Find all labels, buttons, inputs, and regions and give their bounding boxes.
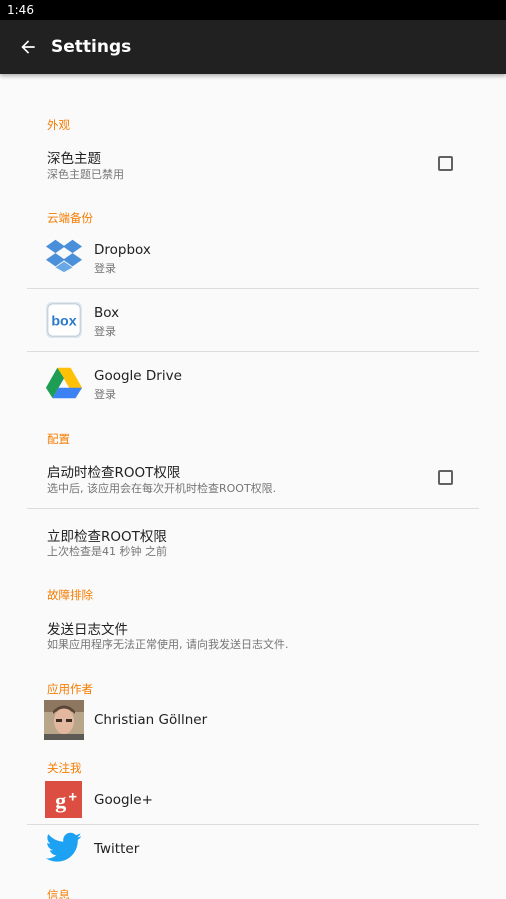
section-cloud-backup: 云端备份 xyxy=(47,211,93,225)
box-icon: box xyxy=(45,301,83,339)
section-info: 信息 xyxy=(47,888,70,899)
google-plus-title: Google+ xyxy=(94,792,153,808)
box-title: Box xyxy=(94,305,120,321)
google-drive-title: Google Drive xyxy=(94,368,182,384)
box-summary: 登录 xyxy=(94,325,116,338)
twitter-icon xyxy=(45,832,82,862)
arrow-back-icon[interactable] xyxy=(18,37,38,57)
dropbox-title: Dropbox xyxy=(94,242,151,258)
divider xyxy=(27,824,479,825)
root-on-boot-title: 启动时检查ROOT权限 xyxy=(47,465,181,481)
send-log-title: 发送日志文件 xyxy=(47,622,128,638)
dropbox-summary: 登录 xyxy=(94,262,116,275)
status-time: 1:46 xyxy=(7,3,34,17)
author-item[interactable]: Christian Göllner xyxy=(27,698,479,742)
section-follow-me: 关注我 xyxy=(47,761,82,775)
google-plus-icon: g + xyxy=(45,781,82,818)
google-drive-icon xyxy=(45,367,83,399)
google-drive-summary: 登录 xyxy=(94,388,116,401)
status-bar: 1:46 xyxy=(0,0,506,20)
dark-theme-title: 深色主题 xyxy=(47,151,101,167)
social-item-twitter[interactable]: Twitter xyxy=(27,827,479,871)
settings-list[interactable]: 外观 深色主题 深色主题已禁用 云端备份 Dropbox 登录 box Box … xyxy=(0,74,506,899)
section-app-author: 应用作者 xyxy=(47,682,93,696)
send-log-summary: 如果应用程序无法正常使用, 请向我发送日志文件. xyxy=(47,638,289,651)
section-config: 配置 xyxy=(47,432,70,446)
dark-theme-summary: 深色主题已禁用 xyxy=(47,168,124,181)
root-check-now-summary: 上次检查是41 秒钟 之前 xyxy=(47,545,167,558)
root-on-boot-checkbox[interactable] xyxy=(438,470,453,485)
dark-theme-setting[interactable]: 深色主题 深色主题已禁用 xyxy=(27,140,479,190)
app-bar: Settings xyxy=(0,20,506,74)
dropbox-icon xyxy=(45,239,83,273)
root-check-now-title: 立即检查ROOT权限 xyxy=(47,529,167,545)
svg-text:g: g xyxy=(55,788,66,813)
cloud-item-box[interactable]: box Box 登录 xyxy=(27,297,479,351)
divider xyxy=(27,351,479,352)
section-troubleshooting: 故障排除 xyxy=(47,588,93,602)
send-log-setting[interactable]: 发送日志文件 如果应用程序无法正常使用, 请向我发送日志文件. xyxy=(27,611,479,661)
svg-text:box: box xyxy=(51,314,76,330)
section-appearance: 外观 xyxy=(47,118,70,132)
author-name: Christian Göllner xyxy=(94,712,208,728)
cloud-item-dropbox[interactable]: Dropbox 登录 xyxy=(27,234,479,288)
root-on-boot-setting[interactable]: 启动时检查ROOT权限 选中后, 该应用会在每次开机时检查ROOT权限. xyxy=(27,454,479,506)
divider xyxy=(27,508,479,509)
social-item-google-plus[interactable]: g + Google+ xyxy=(27,778,479,822)
page-title: Settings xyxy=(51,37,132,57)
root-on-boot-summary: 选中后, 该应用会在每次开机时检查ROOT权限. xyxy=(47,482,277,495)
cloud-item-google-drive[interactable]: Google Drive 登录 xyxy=(27,360,479,414)
avatar xyxy=(44,700,84,740)
svg-text:+: + xyxy=(68,789,77,805)
twitter-title: Twitter xyxy=(94,841,140,857)
dark-theme-checkbox[interactable] xyxy=(438,156,453,171)
divider xyxy=(27,288,479,289)
root-check-now-setting[interactable]: 立即检查ROOT权限 上次检查是41 秒钟 之前 xyxy=(27,518,479,568)
